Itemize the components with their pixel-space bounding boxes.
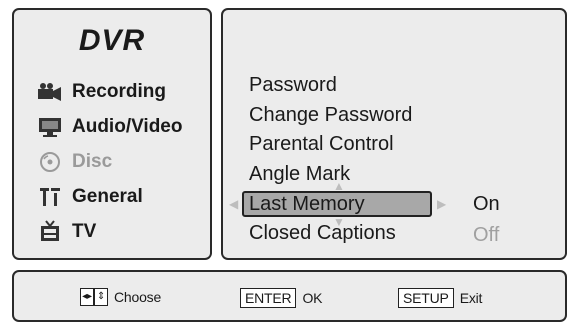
last-memory-value: On [473,193,500,215]
nav-item-disc[interactable]: Disc [36,148,112,176]
dvr-title: DVR [78,24,146,57]
general-icon [36,185,64,209]
menu-item-closed-captions[interactable]: Closed Captions [249,221,396,245]
choose-hint: ◂▸ ⇕ Choose [80,288,161,306]
navigation-keys-icon: ◂▸ ⇕ [80,288,108,306]
nav-label-general: General [72,186,143,207]
settings-panel: Password Change Password Parental Contro… [221,8,567,260]
nav-item-tv[interactable]: TV [36,218,96,246]
category-panel: DVR Recording Audio/Video Disc General T… [12,8,212,260]
nav-item-recording[interactable]: Recording [36,78,166,106]
menu-item-parental-control[interactable]: Parental Control [249,132,394,156]
nav-label-disc: Disc [72,151,113,172]
menu-item-change-password[interactable]: Change Password [249,103,412,127]
setup-hint: SETUP Exit [398,288,482,308]
nav-label-audio-video: Audio/Video [72,116,183,137]
menu-item-password[interactable]: Password [249,73,337,97]
enter-key[interactable]: ENTER [240,288,297,308]
setup-key[interactable]: SETUP [398,288,454,308]
enter-hint: ENTER OK [240,288,322,308]
right-arrow-icon[interactable]: ▶ [437,198,446,210]
closed-captions-value: Off [473,224,500,246]
monitor-icon [36,115,64,139]
camcorder-icon [36,80,64,104]
key-hint-bar: ◂▸ ⇕ Choose ENTER OK SETUP Exit [12,270,567,322]
exit-label: Exit [459,290,483,306]
ok-label: OK [302,290,323,306]
left-arrow-icon[interactable]: ◀ [229,198,238,210]
nav-item-general[interactable]: General [36,183,143,211]
nav-item-audio-video[interactable]: Audio/Video [36,113,182,141]
choose-label: Choose [114,289,162,305]
nav-label-recording: Recording [72,81,166,102]
disc-icon [36,150,64,174]
menu-item-last-memory[interactable]: Last Memory [242,191,432,217]
tv-icon [36,220,64,244]
nav-label-tv: TV [72,221,97,242]
